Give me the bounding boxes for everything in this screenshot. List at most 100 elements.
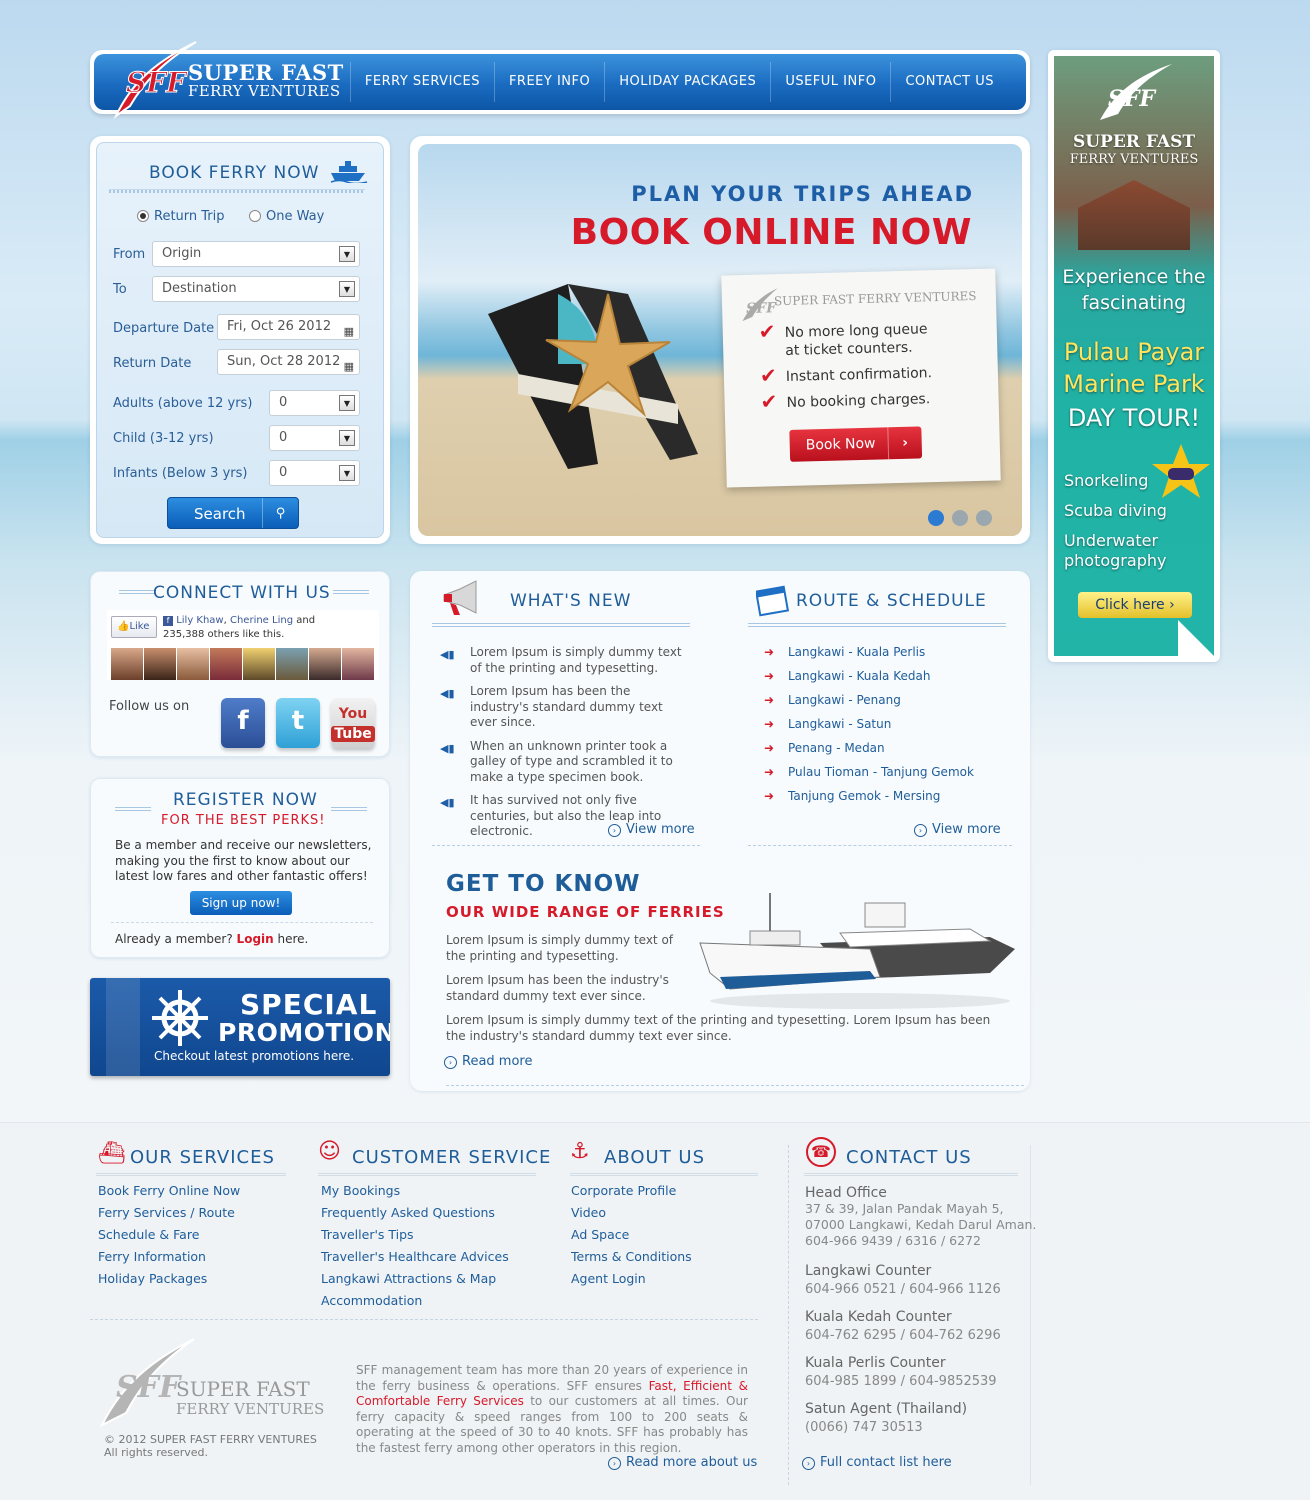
departure-date-field[interactable]: Fri, Oct 26 2012 ▦ bbox=[217, 314, 360, 340]
footer-link[interactable]: Traveller's Tips bbox=[321, 1224, 509, 1246]
route-view-more[interactable]: › View more bbox=[914, 822, 1001, 837]
to-select[interactable]: Destination ▼ bbox=[152, 276, 360, 302]
chevron-down-icon: ▼ bbox=[339, 465, 355, 481]
list-item[interactable]: ◀▮ When an unknown printer took a galley … bbox=[440, 739, 690, 786]
return-date-field[interactable]: Sun, Oct 28 2012 ▦ bbox=[217, 349, 360, 375]
footer-link[interactable]: Schedule & Fare bbox=[98, 1224, 240, 1246]
banner-click-here-button[interactable]: Click here › bbox=[1078, 592, 1192, 618]
megaphone-bullet-icon: ◀▮ bbox=[440, 687, 455, 700]
adults-select[interactable]: 0 ▼ bbox=[269, 390, 360, 416]
route-item[interactable]: ➜ Penang - Medan bbox=[764, 736, 974, 760]
brand-line1: SUPER FAST bbox=[188, 60, 344, 85]
hero-title: BOOK ONLINE NOW bbox=[570, 212, 972, 253]
svg-text:SFF: SFF bbox=[1108, 86, 1157, 112]
read-more-about-us-link[interactable]: › Read more about us bbox=[608, 1455, 757, 1470]
route-item[interactable]: ➜ Tanjung Gemok - Mersing bbox=[764, 784, 974, 808]
whats-new-view-more[interactable]: › View more bbox=[608, 822, 695, 837]
megaphone-icon bbox=[443, 580, 477, 615]
customer-service-agent-icon: ☺ bbox=[318, 1139, 341, 1164]
counter-contact: Kuala Kedah Counter 604-762 6295 / 604-7… bbox=[805, 1309, 1001, 1343]
footer-link[interactable]: Ferry Services / Route bbox=[98, 1202, 240, 1224]
route-list: ➜ Langkawi - Kuala Perlis ➜ Langkawi - Kua… bbox=[764, 640, 974, 808]
child-select[interactable]: 0 ▼ bbox=[269, 425, 360, 451]
full-contact-list-link[interactable]: › Full contact list here bbox=[802, 1455, 952, 1470]
to-label: To bbox=[113, 282, 127, 297]
chevron-right-icon: › bbox=[444, 1056, 457, 1069]
calendar-icon[interactable]: ▦ bbox=[344, 320, 354, 344]
special-promotion-banner[interactable]: SPECIAL PROMOTION Checkout latest promot… bbox=[90, 978, 390, 1076]
chevron-right-icon: › bbox=[608, 1457, 621, 1470]
footer-link[interactable]: Book Ferry Online Now bbox=[98, 1180, 240, 1202]
footer-link[interactable]: Ferry Information bbox=[98, 1246, 240, 1268]
route-item[interactable]: ➜ Langkawi - Satun bbox=[764, 712, 974, 736]
slide-dot-3[interactable] bbox=[976, 510, 992, 526]
banner-brand-line1: SUPER FAST bbox=[1072, 132, 1196, 152]
footer-link[interactable]: Terms & Conditions bbox=[571, 1246, 692, 1268]
signup-button[interactable]: Sign up now! bbox=[190, 891, 292, 915]
return-date-label: Return Date bbox=[113, 356, 192, 371]
banner-line2: fascinating bbox=[1081, 292, 1187, 314]
booking-title: BOOK FERRY NOW bbox=[149, 163, 320, 183]
list-item[interactable]: ◀▮ Lorem Ipsum is simply dummy text of th… bbox=[440, 645, 690, 676]
check-icon: ✔ bbox=[759, 363, 777, 388]
hero-point: ✔ No booking charges. bbox=[760, 389, 931, 414]
login-link[interactable]: Login bbox=[237, 932, 274, 946]
register-title: REGISTER NOW bbox=[173, 790, 318, 810]
side-ad-banner[interactable]: SFF SUPER FAST FERRY VENTURES Experience… bbox=[1048, 50, 1220, 662]
route-item[interactable]: ➜ Langkawi - Penang bbox=[764, 688, 974, 712]
footer-link[interactable]: Agent Login bbox=[571, 1268, 692, 1290]
slide-dot-2[interactable] bbox=[952, 510, 968, 526]
route-item[interactable]: ➜ Pulau Tioman - Tanjung Gemok bbox=[764, 760, 974, 784]
site-logo[interactable]: SFF SUPER FAST FERRY VENTURES bbox=[113, 41, 374, 120]
book-now-button[interactable]: Book Now › bbox=[789, 426, 923, 462]
radio-one-way[interactable]: One Way bbox=[249, 209, 324, 224]
twitter-icon[interactable]: t bbox=[276, 698, 320, 748]
footer-link[interactable]: My Bookings bbox=[321, 1180, 509, 1202]
slide-dot-1[interactable] bbox=[928, 510, 944, 526]
youtube-icon[interactable]: You Tube bbox=[331, 698, 375, 748]
site-header: SFF SUPER FAST FERRY VENTURES FERRY SERV… bbox=[90, 41, 1030, 120]
infants-select[interactable]: 0 ▼ bbox=[269, 460, 360, 486]
nav-ferry-info[interactable]: FREEY INFO bbox=[493, 62, 604, 102]
nav-contact-us[interactable]: CONTACT US bbox=[890, 62, 1008, 102]
route-item[interactable]: ➜ Langkawi - Kuala Kedah bbox=[764, 664, 974, 688]
nav-useful-info[interactable]: USEFUL INFO bbox=[770, 62, 890, 102]
arrow-right-icon: ➜ bbox=[764, 765, 775, 779]
get-to-know-read-more[interactable]: › Read more bbox=[444, 1054, 532, 1069]
from-select[interactable]: Origin ▼ bbox=[152, 241, 360, 267]
search-button[interactable]: Search ⚲ bbox=[167, 497, 299, 529]
counter-contact: Langkawi Counter 604-966 0521 / 604-966 … bbox=[805, 1263, 1001, 1297]
hero-banner: PLAN YOUR TRIPS AHEAD BOOK ONLINE NOW SF… bbox=[410, 136, 1030, 544]
list-item[interactable]: ◀▮ Lorem Ipsum has been the industry's st… bbox=[440, 684, 690, 731]
connect-panel: CONNECT WITH US 👍Like f Lily Khaw, Cheri… bbox=[90, 571, 390, 757]
adults-label: Adults (above 12 yrs) bbox=[113, 396, 253, 411]
footer-link[interactable]: Ad Space bbox=[571, 1224, 692, 1246]
route-item[interactable]: ➜ Langkawi - Kuala Perlis bbox=[764, 640, 974, 664]
calendar-icon[interactable]: ▦ bbox=[344, 355, 354, 379]
footer-logo[interactable]: SFF SUPER FAST FERRY VENTURES bbox=[98, 1337, 328, 1427]
footer-link[interactable]: Langkawi Attractions & Map bbox=[321, 1268, 509, 1290]
footer-link[interactable]: Accommodation bbox=[321, 1290, 509, 1312]
ferries-image bbox=[699, 893, 1015, 1009]
site-footer: ⛴ OUR SERVICES Book Ferry Online Now Fer… bbox=[0, 1122, 1310, 1500]
svg-text:SFF: SFF bbox=[116, 1370, 183, 1405]
nav-holiday-packages[interactable]: HOLIDAY PACKAGES bbox=[604, 62, 770, 102]
fb-friend-link[interactable]: Cherine Ling bbox=[230, 615, 293, 626]
radio-icon bbox=[137, 210, 149, 222]
footer-link[interactable]: Corporate Profile bbox=[571, 1180, 692, 1202]
facebook-like-text: f Lily Khaw, Cherine Ling and 235,388 oth… bbox=[163, 615, 316, 640]
footer-link[interactable]: Traveller's Healthcare Advices bbox=[321, 1246, 509, 1268]
radio-icon bbox=[249, 210, 261, 222]
footer-link[interactable]: Frequently Asked Questions bbox=[321, 1202, 509, 1224]
fb-friend-link[interactable]: Lily Khaw bbox=[176, 615, 223, 626]
facebook-icon[interactable]: f bbox=[221, 698, 265, 748]
get-to-know-p3: Lorem Ipsum is simply dummy text of the … bbox=[446, 1013, 991, 1043]
chevron-right-icon: › bbox=[1169, 597, 1175, 613]
footer-link[interactable]: Video bbox=[571, 1202, 692, 1224]
resort-image bbox=[1078, 180, 1190, 250]
register-subtitle: FOR THE BEST PERKS! bbox=[161, 813, 326, 828]
facebook-like-button[interactable]: 👍Like bbox=[111, 616, 157, 638]
radio-return-trip[interactable]: Return Trip bbox=[137, 209, 225, 224]
nav-ferry-services[interactable]: FERRY SERVICES bbox=[349, 62, 494, 102]
footer-link[interactable]: Holiday Packages bbox=[98, 1268, 240, 1290]
